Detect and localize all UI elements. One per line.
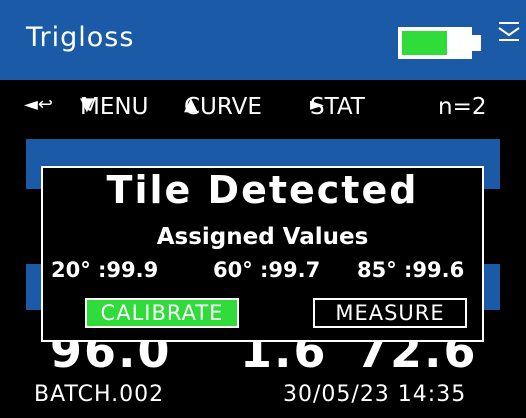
softkey-menu-row: ◄↩ ▼ MENU ▲ CURVE ► STAT n=2 — [0, 94, 526, 128]
batch-name: BATCH.002 — [34, 382, 165, 407]
reading-20-value: 96.0 — [50, 336, 172, 376]
menu-label: MENU — [80, 94, 149, 120]
reading-85-value: 72.6 — [356, 336, 478, 376]
date-time: 30/05/23 14:35 — [283, 382, 467, 407]
stat-label: STAT — [310, 94, 365, 120]
reading-values-row: 96.0 1.6 72.6 — [0, 336, 526, 376]
mail-icon — [498, 22, 520, 41]
app-title: Trigloss — [26, 22, 135, 53]
battery-level-fill — [402, 31, 447, 55]
dialog-subtitle: Assigned Values — [156, 224, 369, 250]
stat-softkey[interactable]: ► STAT — [310, 94, 365, 120]
curve-label: CURVE — [184, 94, 262, 120]
back-arrow-icon: ◄↩ — [24, 94, 53, 115]
measurement-count: n=2 — [438, 94, 487, 120]
assigned-value-60: 60° :99.7 — [213, 258, 321, 282]
curve-softkey[interactable]: ▲ CURVE — [184, 94, 262, 120]
menu-softkey[interactable]: ▼ MENU — [80, 94, 148, 120]
tile-detected-dialog: Tile Detected Assigned Values 20° :99.9 … — [41, 166, 484, 342]
dialog-title: Tile Detected — [106, 168, 419, 212]
battery-icon — [398, 27, 472, 59]
assigned-value-20: 20° :99.9 — [51, 258, 159, 282]
calibrate-button[interactable]: CALIBRATE — [85, 298, 239, 328]
assigned-value-85: 85° :99.6 — [357, 258, 465, 282]
measure-button[interactable]: MEASURE — [313, 298, 467, 328]
reading-60-value: 1.6 — [240, 336, 328, 376]
battery-tip — [472, 35, 481, 51]
